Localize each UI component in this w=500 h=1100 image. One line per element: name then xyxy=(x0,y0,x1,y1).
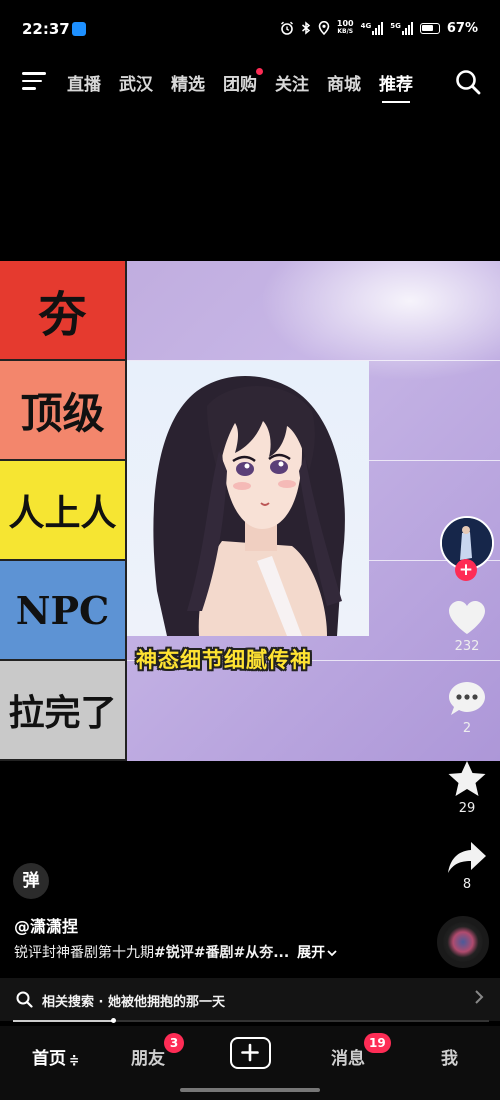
search-icon xyxy=(16,991,33,1008)
share-count: 8 xyxy=(462,877,472,892)
refresh-icon: ≑ xyxy=(69,1053,80,1067)
nav-friends[interactable]: 朋友 3 xyxy=(131,1033,184,1069)
heart-icon xyxy=(449,601,485,634)
tab-wuhan[interactable]: 武汉 xyxy=(119,70,153,95)
share-arrow-icon xyxy=(448,842,486,873)
app-notification-icon xyxy=(72,22,86,36)
signal-1-tag: 4G xyxy=(360,21,372,30)
net-speed-value: 100 xyxy=(336,19,354,28)
related-search-prefix: 相关搜索 xyxy=(42,995,95,1010)
alarm-icon xyxy=(280,21,293,35)
music-disc[interactable] xyxy=(437,916,489,968)
progress-fill xyxy=(13,1020,113,1022)
signal-icon-2 xyxy=(401,21,413,35)
tab-mall[interactable]: 商城 xyxy=(327,70,361,95)
favorite-button[interactable]: 29 xyxy=(442,760,492,816)
follow-button[interactable]: + xyxy=(455,559,477,581)
expand-button[interactable]: 展开 xyxy=(297,945,337,961)
nav-tabs: 直播 武汉 精选 团购 关注 商城 推荐 xyxy=(67,68,413,103)
nav-me[interactable]: 我 xyxy=(441,1044,458,1069)
net-speed: 100 KB/S xyxy=(337,20,354,36)
tab-live[interactable]: 直播 xyxy=(67,70,101,95)
description-text: 锐评封神番剧第十九期 xyxy=(14,945,154,961)
menu-icon[interactable] xyxy=(22,72,46,92)
plus-icon xyxy=(241,1043,259,1062)
signal-icon xyxy=(372,21,384,35)
portrait-illustration xyxy=(153,375,345,636)
tab-featured[interactable]: 精选 xyxy=(171,70,205,95)
search-icon[interactable] xyxy=(454,68,482,96)
signal-1: 4G xyxy=(360,21,384,35)
anime-portrait xyxy=(127,361,369,636)
create-post-button[interactable] xyxy=(230,1037,271,1069)
comment-icon xyxy=(449,682,485,715)
favorite-count: 29 xyxy=(458,801,476,816)
post-description[interactable]: 锐评封神番剧第十九期#锐评#番剧#从夯... 展开 xyxy=(14,942,337,962)
battery-icon xyxy=(419,22,440,34)
signal-2-tag: 5G xyxy=(390,21,401,30)
tab-group-buy[interactable]: 团购 xyxy=(223,68,263,95)
expand-label: 展开 xyxy=(297,945,326,961)
nav-messages[interactable]: 消息 19 xyxy=(331,1033,391,1069)
tier-label: 拉完了 xyxy=(0,661,127,761)
tier-label: 夯 xyxy=(0,261,127,361)
related-search-query: 她被他拥抱的那一天 xyxy=(108,995,226,1010)
tab-following[interactable]: 关注 xyxy=(275,70,309,95)
nav-home-label: 首页 xyxy=(32,1049,66,1069)
star-icon xyxy=(448,761,486,796)
like-button[interactable]: 232 xyxy=(442,600,492,654)
comment-button[interactable]: 2 xyxy=(442,680,492,736)
share-button[interactable]: 8 xyxy=(442,840,492,892)
related-search-separator: · xyxy=(98,995,104,1010)
tier-label: 顶级 xyxy=(0,361,127,461)
tier-row: 拉完了 xyxy=(0,661,500,761)
like-count: 232 xyxy=(454,639,480,654)
tier-row: 夯 xyxy=(0,261,500,361)
author-name[interactable]: @潇潇捏 xyxy=(14,913,78,937)
related-search-bar[interactable]: 相关搜索 · 她被他拥抱的那一天 xyxy=(0,978,500,1021)
tab-recommend[interactable]: 推荐 xyxy=(379,70,413,103)
nav-friends-label: 朋友 xyxy=(131,1049,165,1069)
notification-dot xyxy=(256,68,263,75)
messages-badge: 19 xyxy=(364,1033,391,1053)
top-nav: 直播 武汉 精选 团购 关注 商城 推荐 xyxy=(0,64,500,104)
progress-handle[interactable] xyxy=(110,1018,116,1023)
battery-percent: 67% xyxy=(446,20,478,36)
tier-label: NPC xyxy=(0,561,127,661)
related-search-text: 相关搜索 · 她被他拥抱的那一天 xyxy=(42,991,225,1010)
danmaku-toggle-button[interactable]: 弹 xyxy=(13,863,49,899)
comment-count: 2 xyxy=(462,721,472,736)
location-icon xyxy=(318,21,330,35)
home-indicator xyxy=(180,1088,320,1092)
bluetooth-icon xyxy=(301,21,311,35)
friends-badge: 3 xyxy=(164,1033,184,1053)
tier-label: 人上人 xyxy=(0,461,127,561)
status-time: 22:37 xyxy=(22,20,70,38)
status-bar: 22:37 100 KB/S 4G 5G 67% xyxy=(0,0,500,60)
tab-group-buy-label: 团购 xyxy=(223,75,257,95)
signal-2: 5G xyxy=(390,21,413,35)
chevron-down-icon xyxy=(327,950,337,957)
playback-progress-bar[interactable] xyxy=(13,1018,489,1023)
video-player[interactable]: 夯 顶级 人上人 NPC 拉完了 神态细节细腻传神 xyxy=(0,261,500,761)
video-caption: 神态细节细腻传神 xyxy=(136,648,312,672)
nav-home[interactable]: 首页 ≑ xyxy=(32,1044,79,1069)
description-hashtags[interactable]: #锐评#番剧#从夯... xyxy=(154,945,289,961)
chevron-right-icon xyxy=(475,990,484,1004)
nav-messages-label: 消息 xyxy=(331,1049,365,1069)
status-icons: 100 KB/S 4G 5G 67% xyxy=(280,20,478,36)
net-speed-unit: KB/S xyxy=(337,28,354,35)
